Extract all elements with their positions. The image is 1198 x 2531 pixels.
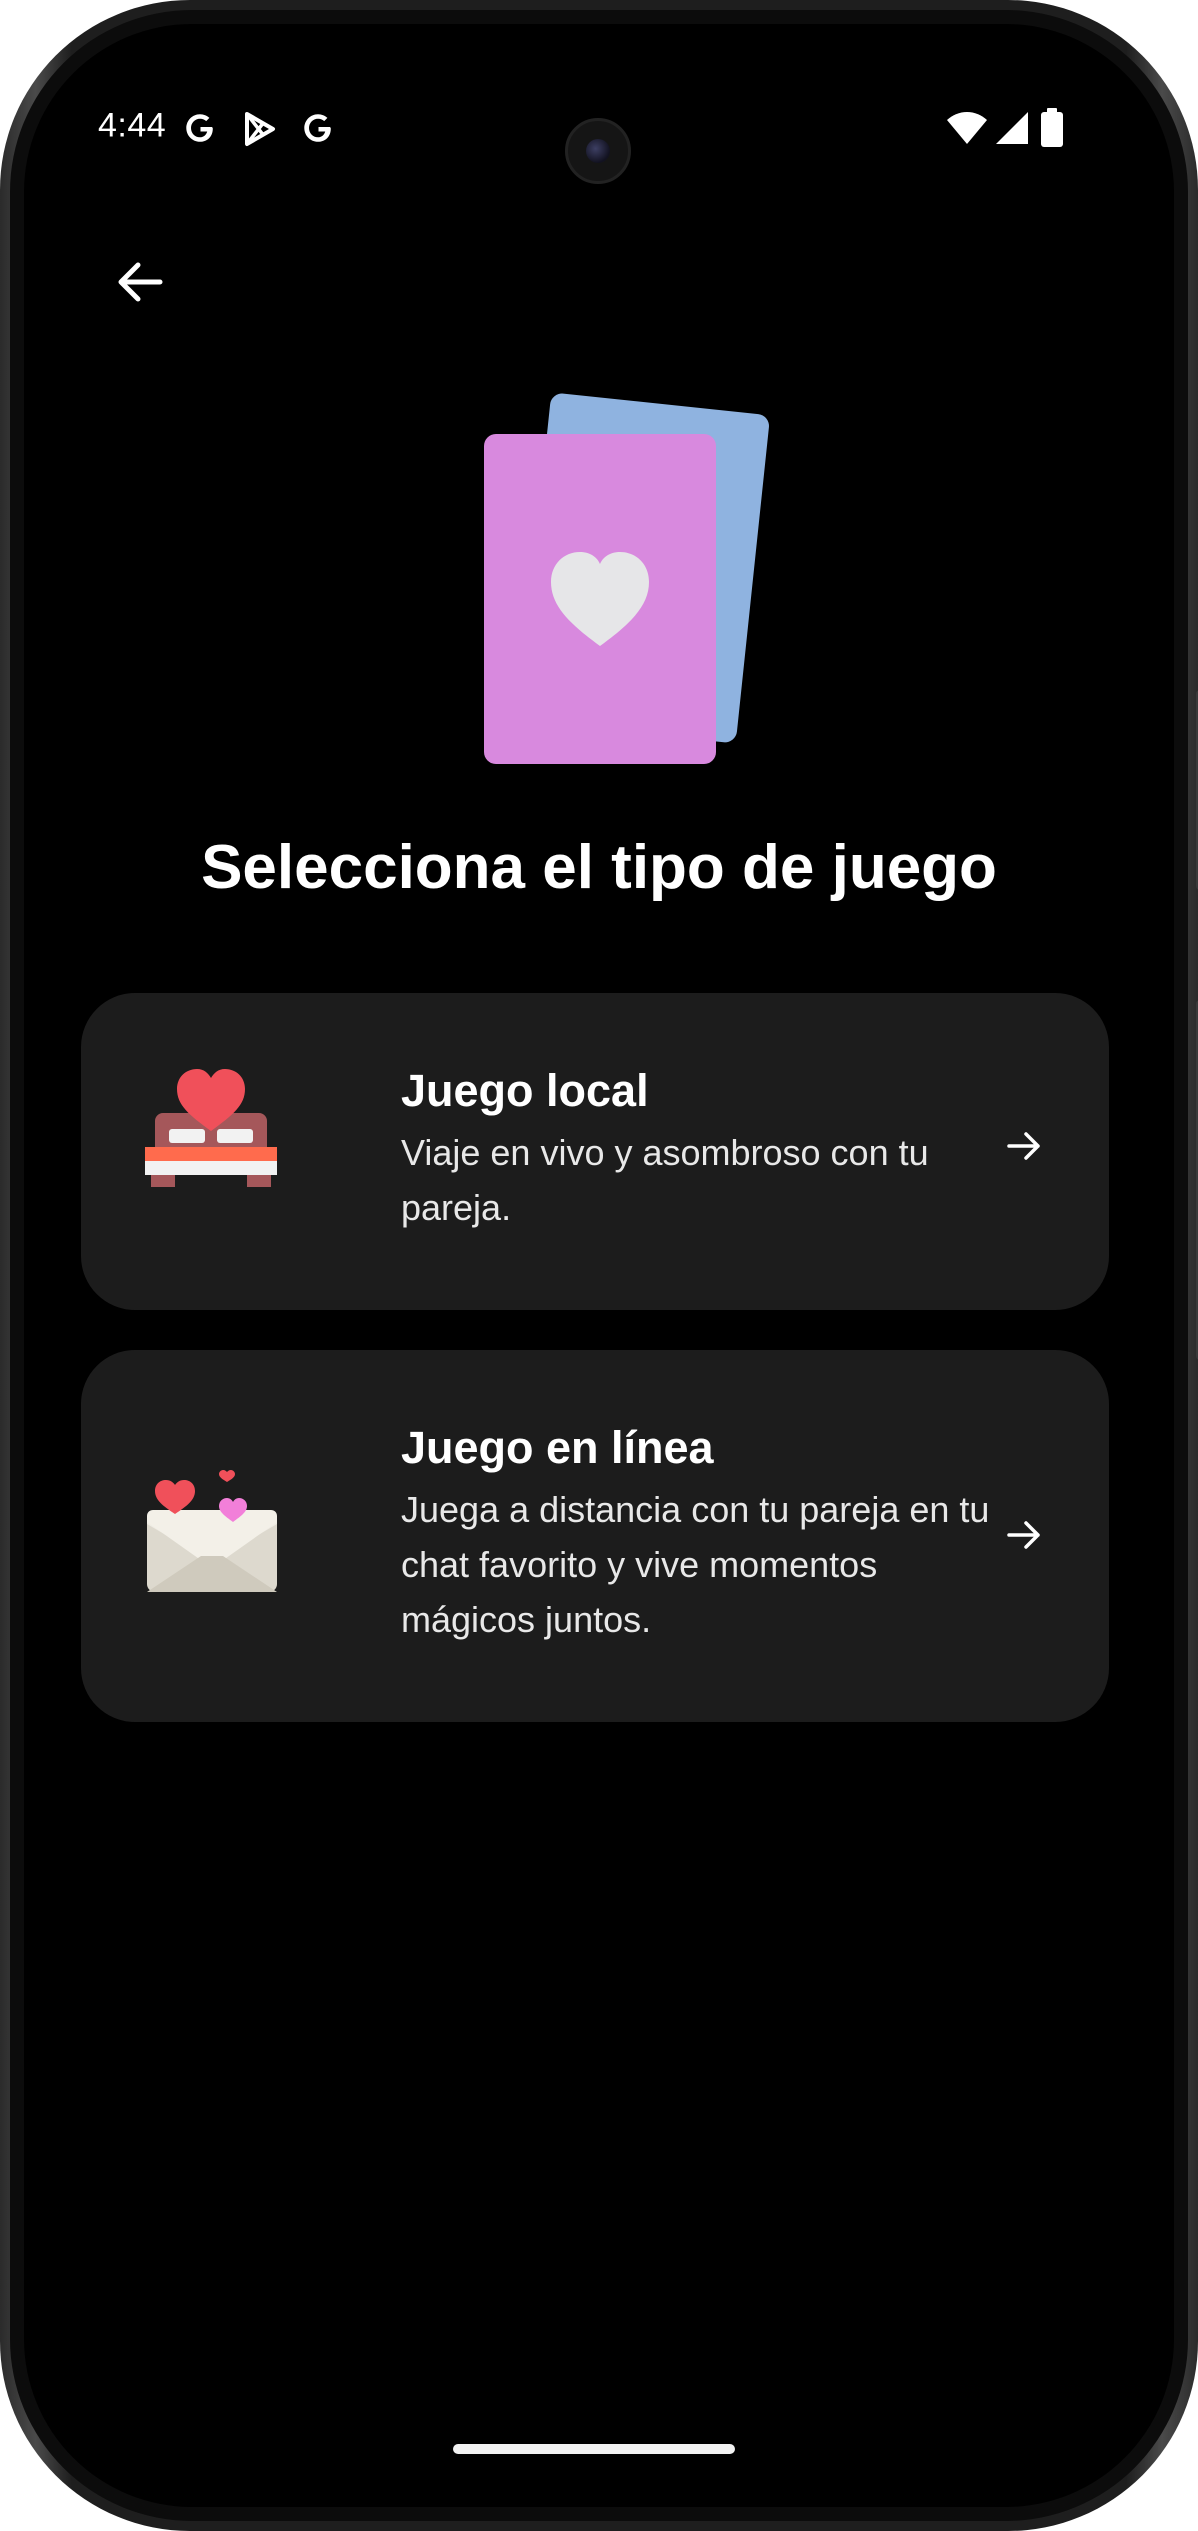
love-letter-icon	[141, 1460, 281, 1605]
play-store-icon	[240, 110, 278, 153]
option-description: Juega a distancia con tu pareja en tu ch…	[401, 1489, 990, 1640]
playing-cards-heart-icon	[484, 393, 769, 764]
home-indicator[interactable]	[453, 2444, 735, 2454]
google-g-icon	[300, 110, 336, 151]
arrow-back-icon	[114, 256, 166, 313]
signal-icon	[994, 110, 1030, 151]
option-title: Juego en línea	[401, 1422, 714, 1473]
option-description: Viaje en vivo y asombroso con tu pareja.	[401, 1132, 929, 1228]
back-button[interactable]	[100, 244, 180, 324]
status-time: 4:44	[98, 106, 167, 145]
google-g-icon	[182, 110, 218, 151]
option-card-local[interactable]: Juego local Viaje en vivo y asombroso co…	[81, 993, 1109, 1310]
arrow-forward-icon	[999, 1121, 1049, 1171]
option-title: Juego local	[401, 1065, 649, 1116]
phone-frame: 4:44 Selecciona el tipo de juego Juego l…	[0, 0, 1198, 2531]
bed-heart-icon	[141, 1063, 281, 1198]
battery-icon	[1040, 108, 1064, 153]
screen: 4:44 Selecciona el tipo de juego Juego l…	[24, 24, 1174, 2507]
option-card-online[interactable]: Juego en línea Juega a distancia con tu …	[81, 1350, 1109, 1722]
front-camera	[565, 118, 631, 184]
arrow-forward-icon	[999, 1510, 1049, 1560]
page-title: Selecciona el tipo de juego	[201, 833, 997, 902]
wifi-icon	[946, 110, 988, 151]
